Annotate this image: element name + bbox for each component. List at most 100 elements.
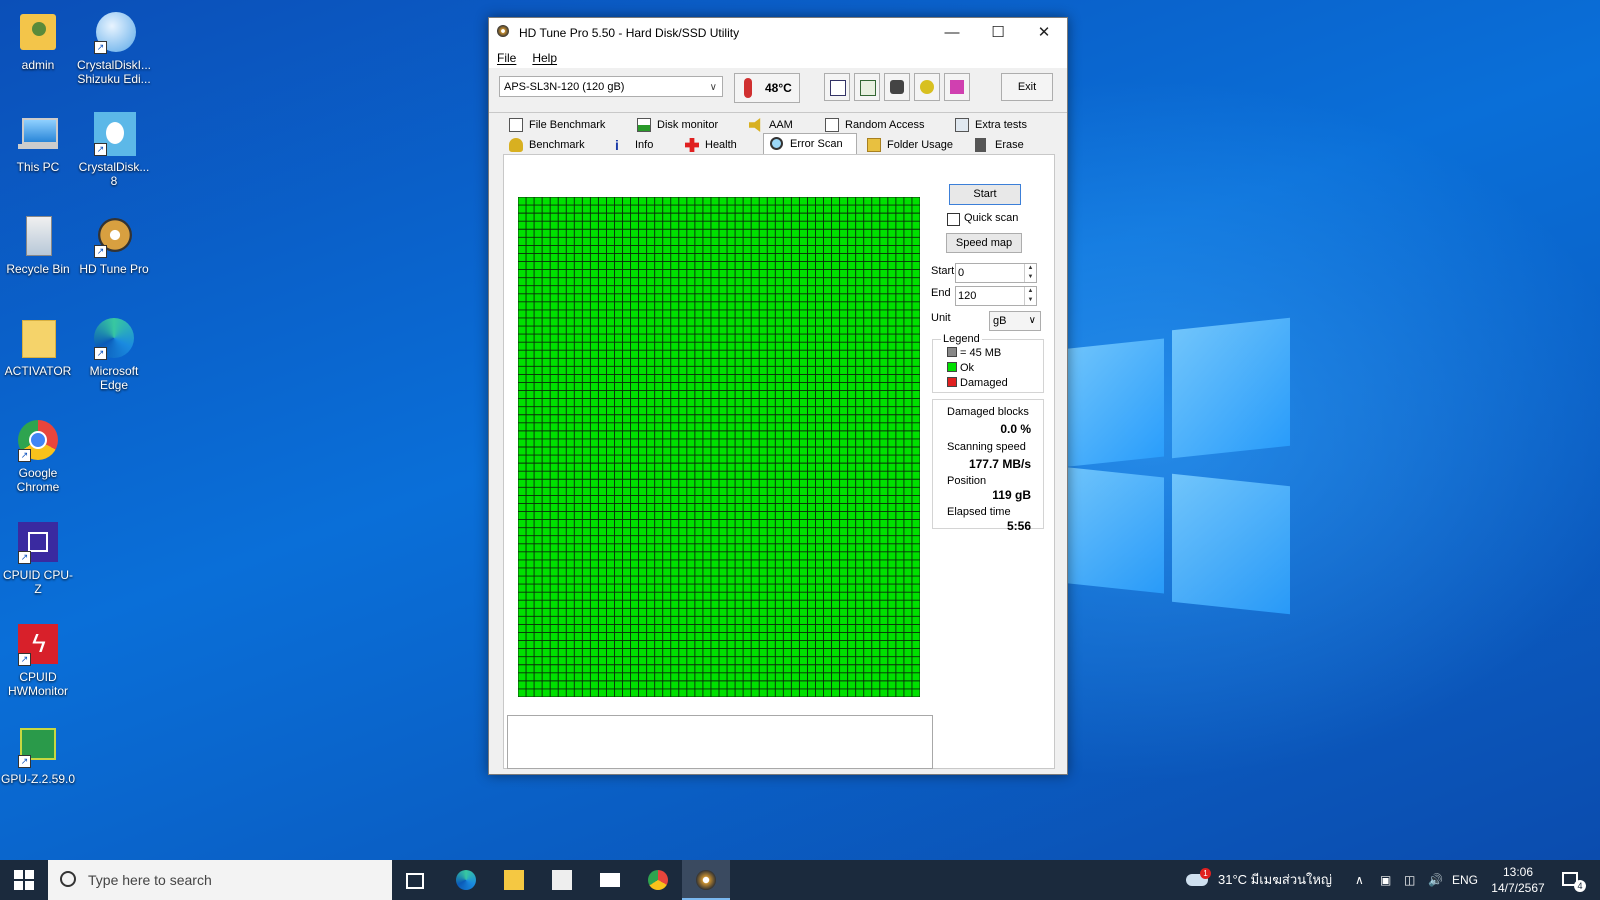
tab-folder-usage[interactable]: Folder Usage [861,135,961,155]
desktop-icon-recycle-bin[interactable]: Recycle Bin [0,214,76,276]
desktop-icon-google-chrome[interactable]: ↗ Google Chrome [0,418,76,494]
taskbar-file-explorer[interactable] [490,860,538,900]
quick-scan-label: Quick scan [964,212,1019,224]
recycle-bin-icon [16,214,60,258]
tab-random-access[interactable]: Random Access [819,115,949,135]
tab-file-benchmark[interactable]: File Benchmark [503,115,623,135]
unit-label: Unit [931,312,951,324]
start-label: Start [931,265,955,277]
info-icon: i [615,137,619,153]
maximize-button[interactable]: ☐ [975,18,1021,48]
spin-arrows-icon[interactable]: ▲ ▼ [1024,287,1036,305]
scanning-speed-label: Scanning speed [947,441,1026,453]
save-button[interactable] [944,73,970,101]
taskbar-search-box[interactable]: Type here to search [48,860,392,900]
taskbar-hd-tune-pro[interactable] [682,860,730,900]
toolbar: APS-SL3N-120 (120 gB) ∨ 48°C Exit [489,68,1067,113]
desktop-icon-admin[interactable]: admin [0,10,76,72]
start-button[interactable] [0,860,48,900]
crystaldiskmark-icon: ↗ [92,112,136,156]
options-button[interactable] [914,73,940,101]
volume-icon[interactable]: 🔊 [1428,860,1443,900]
hd-tune-icon: ↗ [92,214,136,258]
drive-select-value: APS-SL3N-120 (120 gB) [504,81,625,93]
weather-badge: 1 [1200,868,1211,879]
minimize-button[interactable]: — [929,18,975,48]
tab-extra-tests[interactable]: Extra tests [949,115,1049,135]
menu-help[interactable]: Help [524,48,565,65]
desktop-icon-activator[interactable]: ACTIVATOR [0,316,76,378]
health-cross-icon [685,138,699,152]
unit-select-value: gB [993,315,1007,327]
meet-now-icon[interactable]: ▣ [1380,860,1391,900]
tab-erase[interactable]: Erase [969,135,1049,155]
block-swatch [947,347,957,357]
desktop-icon-cpuid-hwmonitor[interactable]: ϟ ↗ CPUID HWMonitor [0,622,76,698]
damaged-blocks-label: Damaged blocks [947,406,1029,418]
taskbar-mail[interactable] [586,860,634,900]
weather-widget[interactable]: 1 [1186,860,1216,900]
desktop-icon-this-pc[interactable]: This PC [0,112,76,174]
desktop-icon-crystaldiskmark[interactable]: ↗ CrystalDisk... 8 [76,112,152,188]
start-input-value: 0 [958,267,965,279]
desktop-icon-crystaldiskinfo-shizuku[interactable]: ↗ CrystalDiskI... Shizuku Edi... [76,10,152,86]
end-input[interactable]: 120 ▲ ▼ [955,286,1037,306]
unit-select[interactable]: gB ∨ [989,311,1041,331]
hd-tune-icon [696,870,716,890]
notification-center-button[interactable]: 4 [1558,860,1588,900]
speed-map-button[interactable]: Speed map [946,233,1022,253]
window-title: HD Tune Pro 5.50 - Hard Disk/SSD Utility [519,26,740,40]
desktop-icon-label: Recycle Bin [6,262,70,276]
clock-date: 14/7/2567 [1491,881,1545,895]
drive-select[interactable]: APS-SL3N-120 (120 gB) ∨ [499,76,723,97]
desktop-icon-label: CrystalDiskI... Shizuku Edi... [76,58,151,86]
elapsed-time-label: Elapsed time [947,506,1011,518]
start-input[interactable]: 0 ▲ ▼ [955,263,1037,283]
desktop-icon-microsoft-edge[interactable]: ↗ Microsoft Edge [76,316,152,392]
desktop-icon-gpu-z[interactable]: ↗ GPU-Z.2.59.0 [0,724,76,786]
taskbar-edge[interactable] [442,860,490,900]
tab-benchmark[interactable]: Benchmark [503,135,603,155]
tab-health[interactable]: Health [679,135,759,155]
tab-aam[interactable]: AAM [743,115,813,135]
edge-icon: ↗ [92,316,136,360]
desktop-icon-hd-tune-pro[interactable]: ↗ HD Tune Pro [76,214,152,276]
task-view-button[interactable] [392,860,440,900]
copy-all-button[interactable] [854,73,880,101]
thermometer-icon [744,78,752,98]
copy-icon [830,80,846,96]
close-button[interactable]: ✕ [1021,18,1067,48]
menu-file[interactable]: File [489,48,524,65]
desktop-icon-label: ACTIVATOR [4,364,72,378]
tab-info[interactable]: i Info [609,135,675,155]
store-icon [552,870,572,890]
taskbar: Type here to search 1 31°C มีเมฆส่วนใหญ่… [0,860,1600,900]
taskbar-chrome[interactable] [634,860,682,900]
clock[interactable]: 13:06 14/7/2567 [1488,860,1548,900]
exit-button[interactable]: Exit [1001,73,1053,101]
screenshot-button[interactable] [884,73,910,101]
tab-label: Disk monitor [657,119,719,131]
temperature-value: 48°C [765,81,792,95]
chrome-icon [648,870,668,890]
quick-scan-checkbox-row[interactable]: Quick scan [947,212,1037,228]
quick-scan-checkbox[interactable] [947,213,960,226]
title-bar[interactable]: HD Tune Pro 5.50 - Hard Disk/SSD Utility… [489,18,1067,48]
tab-error-scan[interactable]: Error Scan [763,133,857,155]
copy-text-button[interactable] [824,73,850,101]
desktop-icon-label: Microsoft Edge [89,364,139,392]
network-icon[interactable]: ◫ [1404,860,1415,900]
taskbar-store[interactable] [538,860,586,900]
desktop-icon-label: CPUID HWMonitor [7,670,68,698]
disk-monitor-icon [637,118,651,132]
language-indicator[interactable]: ENG [1452,860,1478,900]
computer-icon [16,112,60,156]
temperature-display: 48°C [734,73,800,103]
notification-count: 4 [1574,880,1586,892]
chevron-up-icon[interactable]: ∧ [1355,860,1364,900]
camera-icon [890,80,904,94]
spin-arrows-icon[interactable]: ▲ ▼ [1024,264,1036,282]
start-scan-button[interactable]: Start [949,184,1021,205]
desktop-icon-cpuid-cpu-z[interactable]: ↗ CPUID CPU-Z [0,520,76,596]
tab-disk-monitor[interactable]: Disk monitor [631,115,741,135]
